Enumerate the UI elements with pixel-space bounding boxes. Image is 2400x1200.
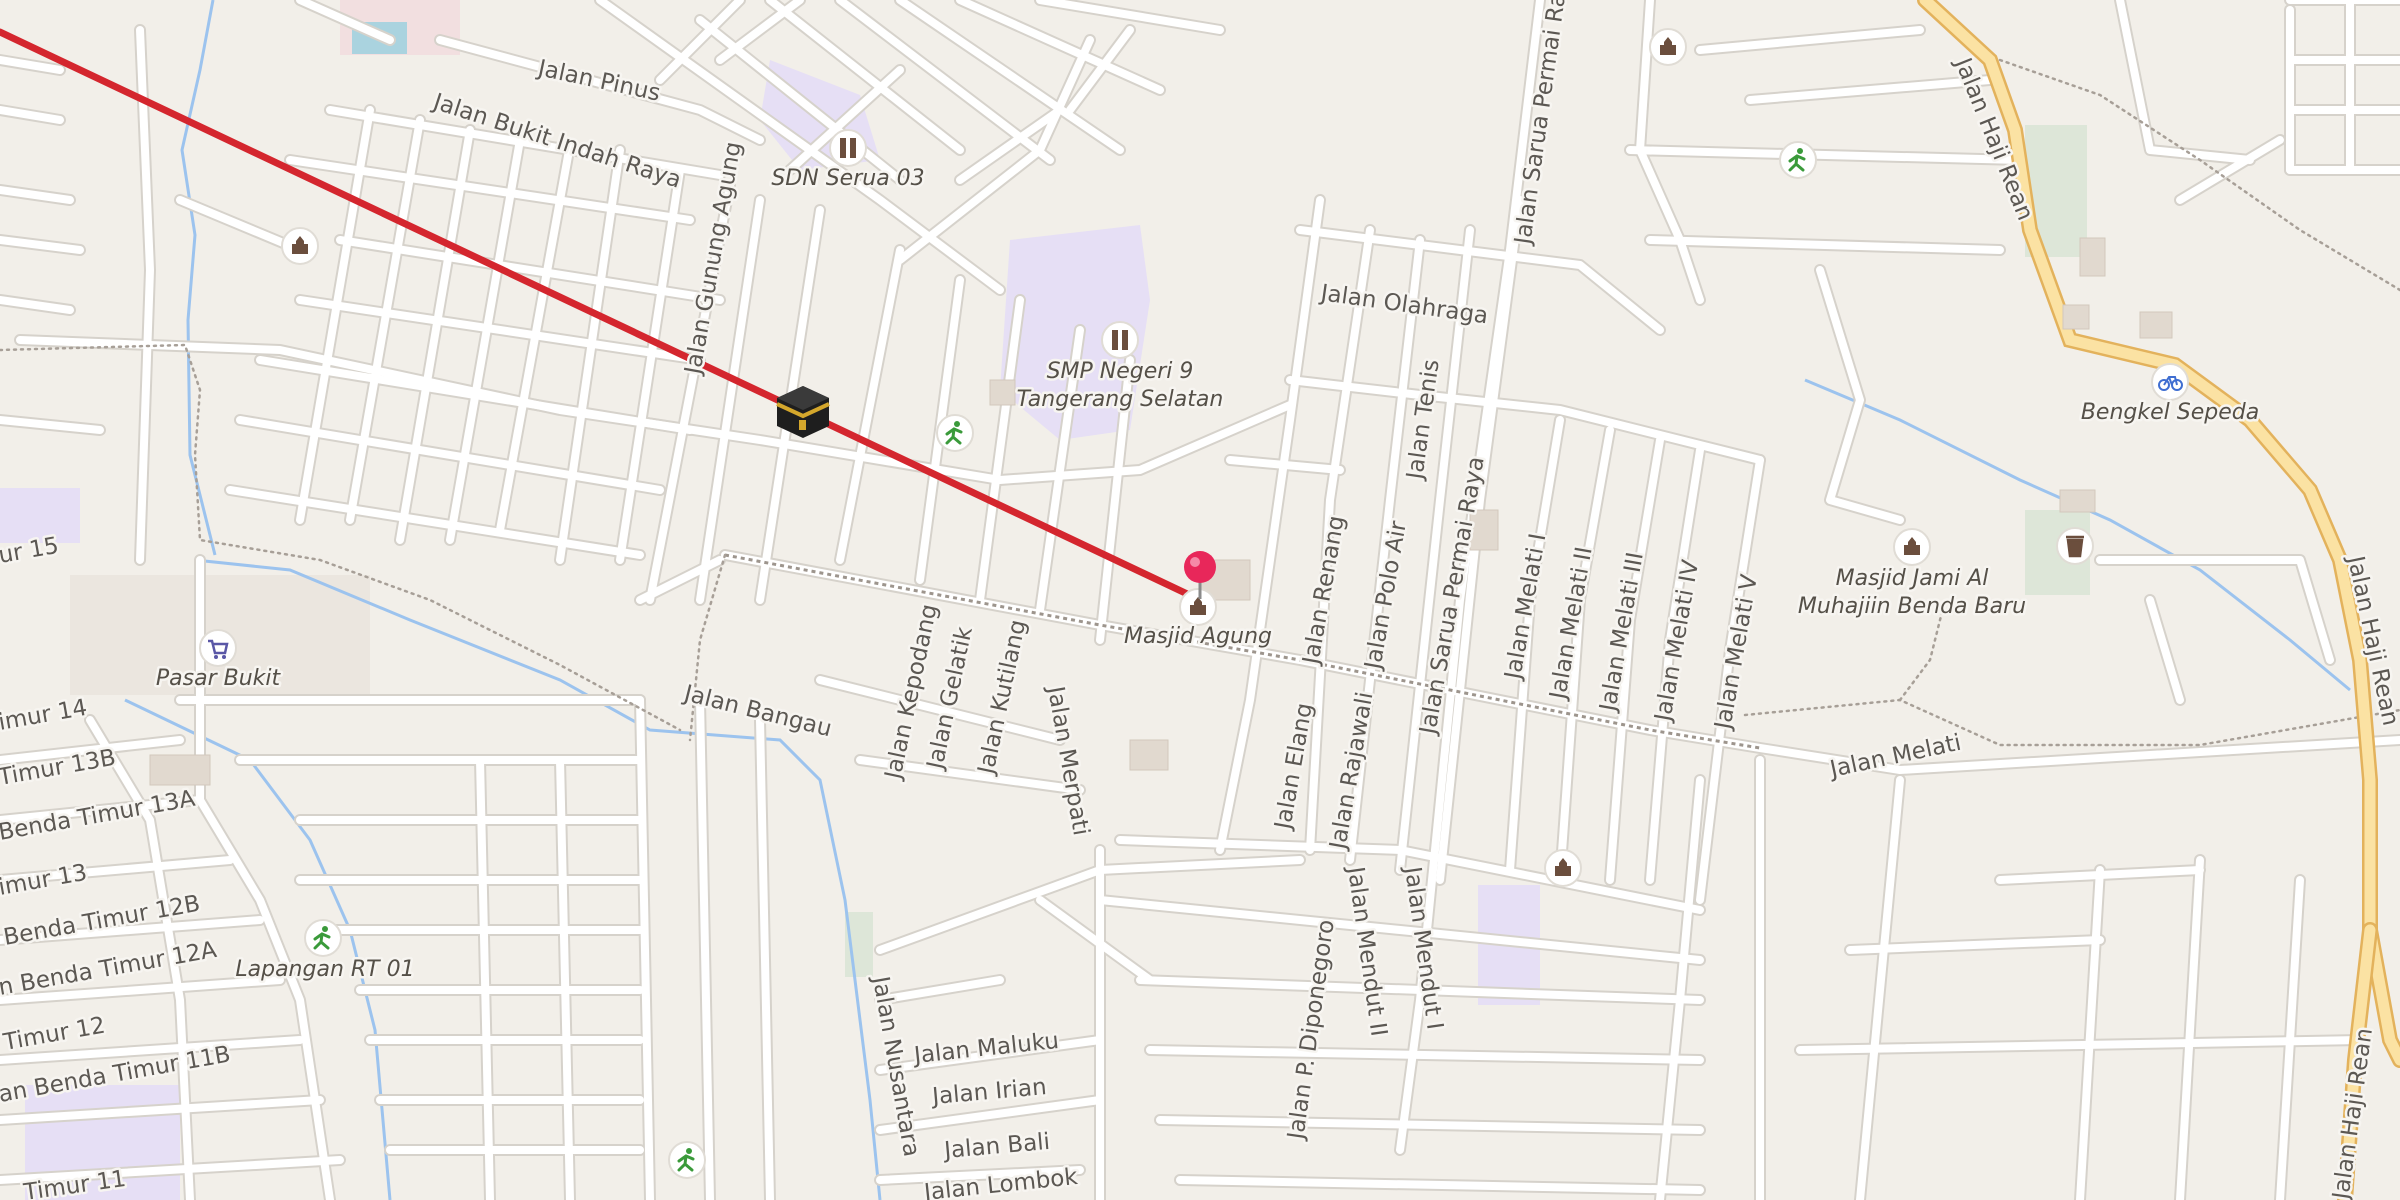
street-label: Jalan P. Diponegoro (1283, 918, 1340, 1143)
street-label: imur 14 (0, 695, 89, 736)
street-label: Jalan Melati III (1595, 550, 1649, 715)
mosque-icon (1893, 528, 1931, 566)
street-label: Jalan Mendut I (1399, 863, 1448, 1031)
bicycle-icon (2151, 363, 2189, 401)
street-label: Jalan Maluku (911, 1028, 1060, 1069)
poi-label: Masjid Jami Al (1836, 566, 1989, 591)
street-label: Jalan Merpati (1042, 683, 1094, 838)
street-label: Jalan Melati IV (1650, 558, 1704, 725)
sports-icon[interactable] (668, 1141, 706, 1179)
poi-label: SMP Negeri 9 (1047, 359, 1194, 384)
school-icon (829, 129, 867, 167)
road (0, 416, 104, 434)
road (756, 716, 774, 1200)
street-label: Jalan Melati (1826, 730, 1964, 784)
road (636, 696, 654, 1200)
street-label: Jalan Bali (941, 1129, 1051, 1164)
poi-masjid-jami-al-muhajiin[interactable]: Masjid Jami Al Muhajiin Benda Baru (1795, 528, 2029, 622)
poi-label: Masjid Agung (1124, 624, 1272, 649)
road (0, 296, 74, 314)
poi-label: Lapangan RT 01 (235, 957, 414, 982)
road (1656, 776, 1704, 1200)
mosque-icon (1179, 588, 1217, 626)
road (2076, 866, 2104, 1200)
street-label: imur 13 (0, 860, 89, 901)
street-label: Jalan Melati II (1545, 545, 1598, 703)
sports-icon[interactable] (936, 414, 974, 452)
road (1146, 1046, 1704, 1064)
road (296, 296, 704, 364)
mosque-icon[interactable] (1649, 28, 1687, 66)
poi-label-line2: Muhajiin Benda Baru (1798, 594, 2026, 619)
sports-icon[interactable] (1779, 141, 1817, 179)
mosque-icon[interactable] (1544, 849, 1582, 887)
road (0, 236, 84, 254)
shopping-cart-icon (199, 629, 237, 667)
street-label: Jalan Haji Rean (2328, 1026, 2378, 1200)
mosque-icon[interactable] (281, 227, 319, 265)
road (0, 56, 64, 74)
street-label: Jalan Pinus (534, 55, 663, 107)
road (836, 246, 904, 564)
street-label: Jalan Mendut II (1342, 863, 1392, 1038)
road (976, 296, 1024, 604)
poi-label: Bengkel Sepeda (2081, 400, 2259, 425)
road (1096, 896, 1704, 964)
road (1626, 146, 2024, 164)
road (0, 106, 64, 124)
road (876, 976, 1004, 1004)
road (2146, 596, 2184, 704)
road (2116, 0, 2254, 164)
sports-field-icon (304, 919, 342, 957)
road (1156, 1116, 1704, 1134)
road (556, 146, 624, 564)
road (1226, 456, 1344, 474)
road (1796, 1036, 2364, 1054)
street-label: Jalan Melati V (1710, 572, 1763, 733)
waste-basket-icon[interactable] (2056, 527, 2094, 565)
poi-label-line2: Tangerang Selatan (1017, 387, 1224, 412)
poi-bengkel-sepeda[interactable]: Bengkel Sepeda (2078, 363, 2262, 428)
map-canvas[interactable]: Jalan Pinus Jalan Bukit Indah Raya Jalan… (0, 0, 2400, 1200)
road (1176, 1176, 1704, 1194)
road (596, 0, 1004, 294)
road (1746, 76, 1994, 104)
street-label: Jalan Polo Air (1360, 519, 1412, 673)
school-icon (1101, 321, 1139, 359)
street-label: Jalan Kutilang (973, 617, 1031, 778)
map-view[interactable]: Jalan Pinus Jalan Bukit Indah Raya Jalan… (0, 0, 2400, 1200)
street-label: Jalan Rajawali (1325, 690, 1379, 853)
road (0, 186, 74, 204)
street-label: Jalan Renang (1298, 514, 1350, 668)
street-label: Benda Timur 13A (0, 786, 197, 846)
road (696, 696, 714, 1200)
poi-label: SDN Serua 03 (771, 166, 924, 191)
road (226, 486, 644, 559)
road (2176, 856, 2204, 1200)
poi-label: Pasar Bukit (156, 666, 282, 691)
road (1856, 776, 1904, 1200)
road (1646, 236, 2004, 254)
street-label: Jalan Melati I (1500, 532, 1552, 683)
road (1696, 26, 1924, 54)
road (1816, 266, 1904, 524)
